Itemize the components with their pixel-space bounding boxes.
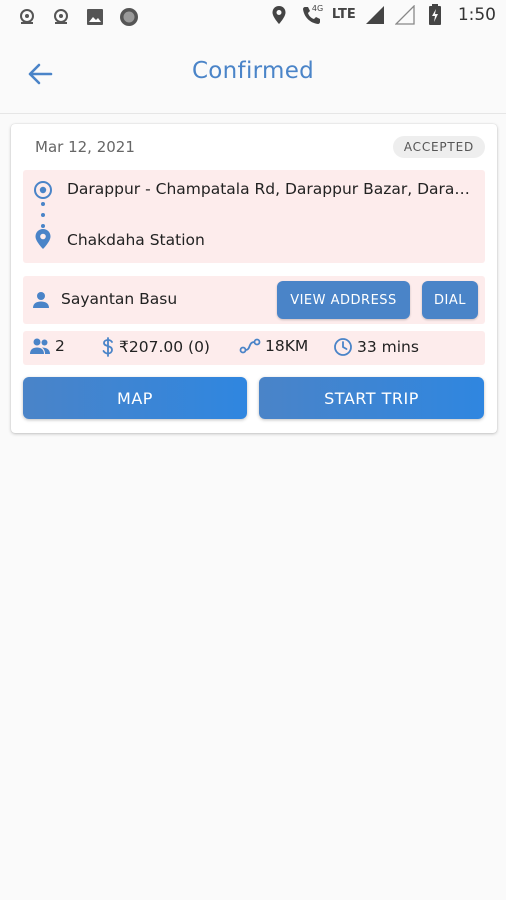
fare-amount: ₹207.00 (0) xyxy=(119,338,210,356)
pickup-address: Darappur - Champatala Rd, Darappur Bazar… xyxy=(67,180,477,198)
call-network-label: 4G xyxy=(311,4,324,13)
origin-pin-icon xyxy=(33,180,53,204)
page-title: Confirmed xyxy=(191,58,315,84)
notification-icon xyxy=(50,6,72,28)
duration-stat: 33 mins xyxy=(333,337,419,357)
image-icon xyxy=(84,6,106,28)
location-icon xyxy=(268,4,290,26)
status-bar-notifications xyxy=(16,6,140,28)
trip-date: Mar 12, 2021 xyxy=(35,138,135,156)
people-icon xyxy=(30,338,50,354)
signal-empty-icon xyxy=(394,4,416,26)
notification-icon xyxy=(16,6,38,28)
location-pin-icon xyxy=(34,228,52,254)
passengers-stat: 2 xyxy=(29,337,65,355)
dollar-icon xyxy=(102,337,113,357)
status-bar-system: 4G LTE 1:50 xyxy=(268,4,496,26)
signal-icon xyxy=(364,4,386,26)
status-badge: ACCEPTED xyxy=(392,136,485,158)
trip-stats: 2 ₹207.00 (0) 18KM 33 mins xyxy=(23,331,485,365)
app-bar: Confirmed xyxy=(0,36,506,114)
customer-name: Sayantan Basu xyxy=(61,290,178,308)
clock-icon xyxy=(334,338,352,356)
status-bar: 4G LTE 1:50 xyxy=(0,0,506,36)
distance-stat: 18KM xyxy=(239,337,308,355)
map-button[interactable]: MAP xyxy=(23,377,247,419)
customer-panel: Sayantan Basu VIEW ADDRESS DIAL xyxy=(23,276,485,324)
drop-address: Chakdaha Station xyxy=(67,231,205,249)
network-type-label: LTE xyxy=(331,7,356,22)
route-dots xyxy=(41,202,45,228)
wifi-call-icon: 4G xyxy=(298,4,324,26)
start-trip-button[interactable]: START TRIP xyxy=(259,377,484,419)
distance-value: 18KM xyxy=(265,337,309,355)
fare-stat: ₹207.00 (0) xyxy=(101,337,210,357)
view-address-button[interactable]: VIEW ADDRESS xyxy=(277,281,410,319)
route-icon xyxy=(239,338,261,354)
dial-button[interactable]: DIAL xyxy=(422,281,478,319)
person-icon xyxy=(31,290,51,314)
route-panel: Darappur - Champatala Rd, Darappur Bazar… xyxy=(23,170,485,263)
record-icon xyxy=(118,6,140,28)
clock: 1:50 xyxy=(457,5,496,25)
trip-card[interactable]: Mar 12, 2021 ACCEPTED Darappur - Champat… xyxy=(11,124,497,433)
battery-icon xyxy=(424,4,446,26)
duration-value: 33 mins xyxy=(357,338,419,356)
passenger-count: 2 xyxy=(55,337,65,355)
